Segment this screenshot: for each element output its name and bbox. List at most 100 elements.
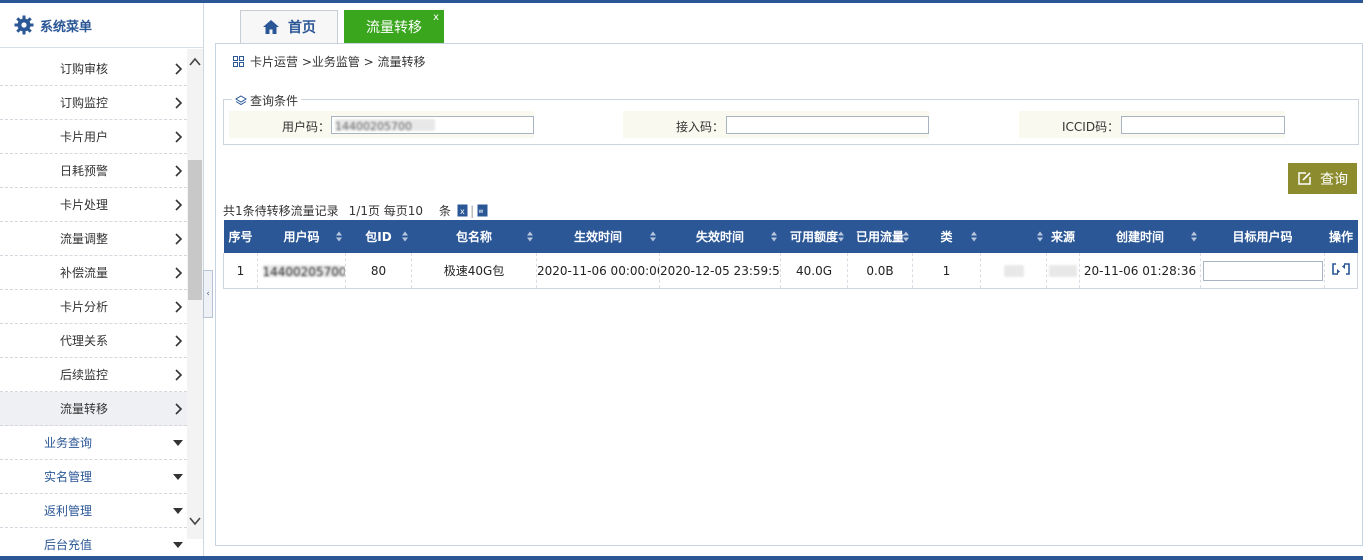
sidebar: 系统菜单 订购审核订购监控卡片用户日耗预警卡片处理流量调整补偿流量卡片分析 代理关… bbox=[0, 3, 204, 556]
sidebar-item[interactable]: 返利管理 bbox=[0, 494, 187, 528]
tab-home[interactable]: 首页 bbox=[240, 10, 338, 43]
sidebar-item[interactable]: 日耗预警 bbox=[0, 154, 187, 188]
scroll-up-icon[interactable] bbox=[189, 57, 201, 67]
sidebar-item[interactable]: 流量转移 bbox=[0, 392, 187, 426]
sort-icon[interactable] bbox=[401, 231, 408, 242]
column-header[interactable]: 类 bbox=[912, 220, 981, 253]
column-header[interactable]: 包ID bbox=[345, 220, 412, 253]
column-header: 目标用户码 bbox=[1200, 220, 1325, 253]
export-excel-icon[interactable]: x bbox=[457, 204, 468, 217]
target-user-code-input[interactable] bbox=[1202, 260, 1323, 281]
query-button[interactable]: 查询 bbox=[1288, 163, 1357, 194]
sort-icon[interactable] bbox=[526, 231, 533, 242]
sidebar-item[interactable]: 卡片用户 bbox=[0, 120, 187, 154]
column-header-label: 已用流量 bbox=[855, 230, 904, 244]
sidebar-title: 系统菜单 bbox=[40, 19, 93, 35]
column-header-label: 包ID bbox=[365, 230, 392, 244]
tab-traffic-transfer[interactable]: 流量转移 x bbox=[344, 10, 444, 43]
sidebar-item-label: 日耗预警 bbox=[60, 164, 109, 178]
user-code-label: 用户码： bbox=[282, 120, 331, 134]
sidebar-menu: 订购审核订购监控卡片用户日耗预警卡片处理流量调整补偿流量卡片分析 代理关系 后续监控… bbox=[0, 52, 187, 556]
svg-text:x: x bbox=[460, 207, 465, 216]
user-code-value-blurred: 14400205700 bbox=[262, 265, 346, 279]
caret-down-icon bbox=[173, 474, 183, 480]
sidebar-item[interactable]: 代理关系 bbox=[0, 324, 187, 358]
column-header-label: 类 bbox=[940, 230, 953, 244]
access-code-input[interactable] bbox=[726, 116, 929, 134]
chevron-right-icon bbox=[175, 403, 183, 415]
export-word-icon[interactable]: w bbox=[477, 204, 488, 217]
blurred-value bbox=[1003, 265, 1024, 277]
cell-end-time: 2020-12-05 23:59:59 bbox=[659, 253, 781, 289]
chevron-right-icon bbox=[175, 233, 183, 245]
page-info: 1/1页 每页10 bbox=[348, 204, 424, 218]
cell-start-time: 2020-11-06 00:00:00 bbox=[536, 253, 660, 289]
sidebar-item[interactable]: 卡片分析 bbox=[0, 290, 187, 324]
access-code-label: 接入码： bbox=[676, 120, 725, 134]
user-code-input[interactable]: 14400205700 bbox=[331, 116, 534, 134]
sort-icon[interactable] bbox=[649, 231, 656, 242]
sidebar-item[interactable]: 卡片处理 bbox=[0, 188, 187, 222]
chevron-right-icon bbox=[175, 267, 183, 279]
breadcrumb: 卡片运营 >业务监管 > 流量转移 bbox=[233, 53, 426, 70]
sidebar-item[interactable]: 后续监控 bbox=[0, 358, 187, 392]
sidebar-item-label: 业务查询 bbox=[44, 436, 93, 450]
sort-icon[interactable] bbox=[335, 231, 342, 242]
scroll-down-icon[interactable] bbox=[189, 516, 201, 526]
sidebar-header: 系统菜单 bbox=[0, 3, 203, 48]
gear-icon bbox=[14, 15, 34, 35]
sort-icon[interactable] bbox=[902, 231, 909, 242]
sort-icon[interactable] bbox=[770, 231, 777, 242]
close-tab-icon[interactable]: x bbox=[433, 13, 439, 23]
sidebar-item-label: 补偿流量 bbox=[60, 266, 109, 280]
column-header[interactable]: 失效时间 bbox=[659, 220, 781, 253]
sort-icon[interactable] bbox=[837, 231, 844, 242]
chevron-right-icon bbox=[175, 165, 183, 177]
sidebar-item[interactable]: 流量调整 bbox=[0, 222, 187, 256]
sidebar-item-label: 订购审核 bbox=[60, 62, 109, 76]
sidebar-item[interactable]: 后台充值 bbox=[0, 528, 187, 556]
column-header-label: 序号 bbox=[228, 230, 253, 244]
sidebar-collapse-handle[interactable]: ‹ bbox=[203, 270, 213, 318]
cell-target-user-code bbox=[1200, 253, 1325, 289]
sidebar-item[interactable]: 实名管理 bbox=[0, 460, 187, 494]
column-header[interactable]: 生效时间 bbox=[536, 220, 660, 253]
column-header[interactable]: 用户码 bbox=[257, 220, 346, 253]
cell-user-code: 14400205700 bbox=[257, 253, 346, 289]
sidebar-item[interactable]: 业务查询 bbox=[0, 426, 187, 460]
sidebar-item[interactable]: 补偿流量 bbox=[0, 256, 187, 290]
sidebar-item[interactable]: 订购审核 bbox=[0, 52, 187, 86]
column-header[interactable]: 可用额度 bbox=[780, 220, 848, 253]
column-header-label: 可用额度 bbox=[789, 230, 838, 244]
chevron-left-icon: ‹ bbox=[206, 289, 210, 299]
column-header: 来源 bbox=[1046, 220, 1080, 253]
grid-icon bbox=[233, 56, 244, 67]
column-header[interactable]: 创建时间 bbox=[1079, 220, 1201, 253]
transfer-table: 序号 用户码 包ID 包名称 生效时间 失效时间 可用额度 已用流量 类 来源 创建时间 目标用户码 操… bbox=[223, 220, 1358, 289]
column-header[interactable] bbox=[980, 220, 1047, 253]
sort-icon[interactable] bbox=[970, 231, 977, 242]
table-header-row: 序号 用户码 包ID 包名称 生效时间 失效时间 可用额度 已用流量 类 来源 创建时间 目标用户码 操… bbox=[223, 220, 1358, 253]
column-header: 操作 bbox=[1324, 220, 1358, 253]
sort-icon[interactable] bbox=[1036, 231, 1043, 242]
sidebar-item-label: 流量调整 bbox=[60, 232, 109, 246]
edit-icon bbox=[1298, 172, 1311, 185]
table-row[interactable]: 1 14400205700 80 极速40G包 2020-11-06 00:00… bbox=[223, 253, 1358, 289]
sidebar-item-label: 卡片用户 bbox=[60, 130, 109, 144]
sidebar-item-label: 卡片处理 bbox=[60, 198, 109, 212]
cell-used: 0.0B bbox=[847, 253, 913, 289]
sort-icon[interactable] bbox=[1190, 231, 1197, 242]
sidebar-scroll-thumb[interactable] bbox=[188, 160, 202, 300]
iccid-input[interactable] bbox=[1121, 116, 1285, 134]
tab-home-label: 首页 bbox=[288, 20, 316, 36]
sidebar-item[interactable]: 订购监控 bbox=[0, 86, 187, 120]
column-header[interactable]: 已用流量 bbox=[847, 220, 913, 253]
cell-action bbox=[1324, 253, 1358, 289]
cell-package-name: 极速40G包 bbox=[411, 253, 537, 289]
column-header[interactable]: 包名称 bbox=[411, 220, 537, 253]
chevron-right-icon bbox=[175, 199, 183, 211]
iccid-label: ICCID码： bbox=[1062, 120, 1120, 134]
transfer-icon[interactable] bbox=[1332, 262, 1350, 276]
column-header: 序号 bbox=[223, 220, 258, 253]
chevron-right-icon bbox=[175, 97, 183, 109]
